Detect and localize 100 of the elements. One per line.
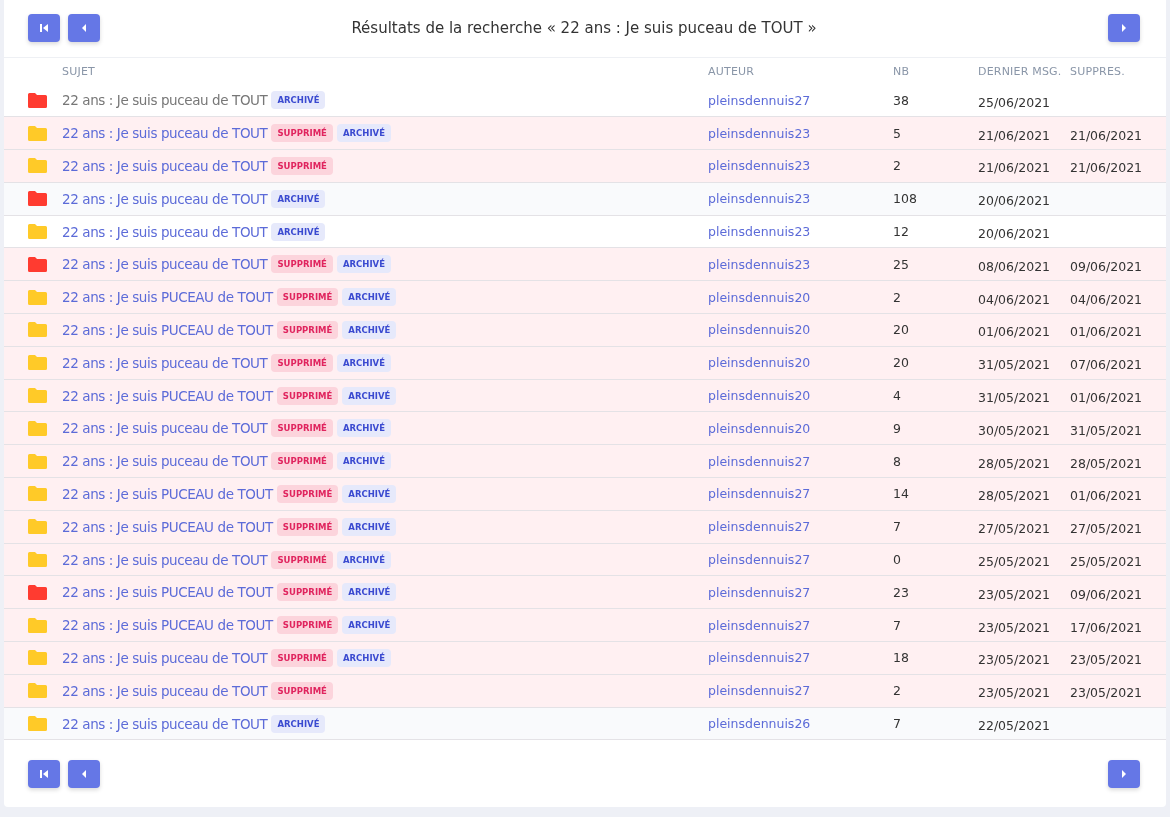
last-message-date: 23/05/2021 — [978, 652, 1052, 668]
last-message-date: 01/06/2021 — [978, 324, 1052, 340]
topic-link[interactable]: 22 ans : Je suis PUCEAU de TOUT — [62, 289, 273, 306]
author-link[interactable]: pleinsdennuis26 — [708, 716, 893, 731]
deleted-badge: SUPPRIMÉ — [276, 583, 339, 602]
column-header: SUJET — [62, 64, 96, 78]
topic-link[interactable]: 22 ans : Je suis puceau de TOUT — [62, 190, 268, 207]
last-message-date: 25/05/2021 — [978, 554, 1052, 569]
topic-link[interactable]: 22 ans : Je suis puceau de TOUT — [62, 256, 268, 273]
topic-link[interactable]: 22 ans : Je suis puceau de TOUT — [62, 92, 268, 109]
last-message-date: 22/05/2021 — [978, 718, 1052, 733]
next-page-button[interactable] — [1108, 14, 1140, 43]
deleted-badge: SUPPRIMÉ — [276, 288, 339, 307]
deleted-badge: SUPPRIMÉ — [271, 156, 333, 175]
last-message-date: 28/05/2021 — [978, 488, 1052, 504]
archived-badge: ARCHIVÉ — [336, 452, 391, 471]
topic-link[interactable]: 22 ans : Je suis puceau de TOUT — [62, 453, 268, 470]
author-link[interactable]: pleinsdennuis27 — [708, 650, 893, 666]
author-link[interactable]: pleinsdennuis27 — [708, 683, 893, 699]
author-link[interactable]: pleinsdennuis27 — [708, 552, 893, 567]
previous-page-button[interactable] — [68, 759, 100, 788]
archived-badge: ARCHIVÉ — [342, 484, 397, 503]
first-page-button[interactable] — [28, 14, 60, 43]
topic-link[interactable]: 22 ans : Je suis PUCEAU de TOUT — [62, 321, 273, 338]
next-page-button[interactable] — [1108, 759, 1140, 788]
next-icon — [1120, 768, 1128, 779]
last-message-date: 28/05/2021 — [978, 455, 1052, 471]
author-link[interactable]: pleinsdennuis27 — [708, 453, 893, 469]
topic-link[interactable]: 22 ans : Je suis puceau de TOUT — [62, 223, 268, 240]
author-link[interactable]: pleinsdennuis23 — [708, 158, 893, 174]
last-message-date: 23/05/2021 — [978, 619, 1052, 635]
deletion-date: 01/06/2021 — [1070, 324, 1144, 340]
author-link[interactable]: pleinsdennuis27 — [708, 584, 893, 600]
deletion-date: 21/06/2021 — [1070, 127, 1144, 143]
topic-link[interactable]: 22 ans : Je suis puceau de TOUT — [62, 551, 268, 568]
author-link[interactable]: pleinsdennuis20 — [708, 322, 893, 338]
deletion-date: 04/06/2021 — [1070, 291, 1144, 307]
archived-badge: ARCHIVÉ — [271, 91, 326, 110]
deleted-badge: SUPPRIMÉ — [271, 255, 333, 274]
topic-link[interactable]: 22 ans : Je suis PUCEAU de TOUT — [62, 387, 273, 404]
topic-link[interactable]: 22 ans : Je suis PUCEAU de TOUT — [62, 617, 273, 634]
first-page-icon — [39, 768, 49, 779]
author-link[interactable]: pleinsdennuis27 — [708, 519, 893, 535]
message-count: 7 — [893, 617, 902, 633]
archived-badge: ARCHIVÉ — [342, 517, 397, 536]
author-link[interactable]: pleinsdennuis27 — [708, 486, 893, 502]
column-header: DERNIER MSG. — [978, 64, 1063, 78]
author-link[interactable]: pleinsdennuis20 — [708, 289, 893, 305]
archived-badge: ARCHIVÉ — [342, 386, 397, 405]
last-message-date: 27/05/2021 — [978, 521, 1052, 537]
author-link[interactable]: pleinsdennuis23 — [708, 256, 893, 272]
message-count: 2 — [893, 289, 902, 305]
message-count: 0 — [893, 552, 902, 567]
deleted-badge: SUPPRIMÉ — [271, 419, 333, 438]
topic-link[interactable]: 22 ans : Je suis PUCEAU de TOUT — [62, 584, 273, 601]
topic-link[interactable]: 22 ans : Je suis puceau de TOUT — [62, 715, 268, 732]
previous-icon — [80, 23, 88, 34]
deleted-badge: SUPPRIMÉ — [271, 550, 333, 569]
message-count: 25 — [893, 256, 910, 272]
last-message-date: 25/06/2021 — [978, 94, 1052, 110]
column-header: NB — [893, 64, 911, 78]
message-count: 8 — [893, 453, 902, 469]
topic-link[interactable]: 22 ans : Je suis puceau de TOUT — [62, 125, 268, 142]
author-link[interactable]: pleinsdennuis20 — [708, 420, 893, 436]
deletion-date: 07/06/2021 — [1070, 357, 1144, 373]
deletion-date: 23/05/2021 — [1070, 685, 1144, 701]
author-link[interactable]: pleinsdennuis27 — [708, 92, 893, 108]
author-link[interactable]: pleinsdennuis27 — [708, 617, 893, 633]
topic-link[interactable]: 22 ans : Je suis PUCEAU de TOUT — [62, 518, 273, 535]
last-message-date: 20/06/2021 — [978, 226, 1052, 242]
archived-badge: ARCHIVÉ — [336, 419, 391, 438]
topic-link[interactable]: 22 ans : Je suis puceau de TOUT — [62, 354, 268, 371]
message-count: 2 — [893, 683, 902, 699]
first-page-icon — [39, 23, 49, 34]
deletion-date: 27/05/2021 — [1070, 521, 1144, 537]
author-link[interactable]: pleinsdennuis23 — [708, 125, 893, 141]
topic-link[interactable]: 22 ans : Je suis puceau de TOUT — [62, 420, 268, 437]
deletion-date: 09/06/2021 — [1070, 586, 1144, 602]
first-page-button[interactable] — [28, 759, 60, 788]
author-link[interactable]: pleinsdennuis20 — [708, 355, 893, 371]
previous-page-button[interactable] — [68, 14, 100, 43]
message-count: 108 — [893, 191, 918, 207]
author-link[interactable]: pleinsdennuis23 — [708, 224, 893, 240]
column-header: SUPPRES. — [1070, 64, 1126, 78]
last-message-date: 08/06/2021 — [978, 258, 1052, 274]
topic-link[interactable]: 22 ans : Je suis puceau de TOUT — [62, 649, 268, 666]
author-link[interactable]: pleinsdennuis20 — [708, 388, 893, 404]
topic-link[interactable]: 22 ans : Je suis puceau de TOUT — [62, 682, 268, 699]
last-message-date: 21/06/2021 — [978, 127, 1052, 143]
last-message-date: 23/05/2021 — [978, 685, 1052, 701]
topic-link[interactable]: 22 ans : Je suis PUCEAU de TOUT — [62, 485, 273, 502]
archived-badge: ARCHIVÉ — [342, 288, 397, 307]
deleted-badge: SUPPRIMÉ — [271, 681, 333, 700]
topic-link[interactable]: 22 ans : Je suis puceau de TOUT — [62, 157, 268, 174]
last-message-date: 30/05/2021 — [978, 422, 1052, 438]
author-link[interactable]: pleinsdennuis23 — [708, 191, 893, 207]
message-count: 18 — [893, 650, 910, 666]
archived-badge: ARCHIVÉ — [336, 648, 391, 667]
deletion-date: 31/05/2021 — [1070, 422, 1144, 438]
archived-badge: ARCHIVÉ — [336, 550, 391, 569]
